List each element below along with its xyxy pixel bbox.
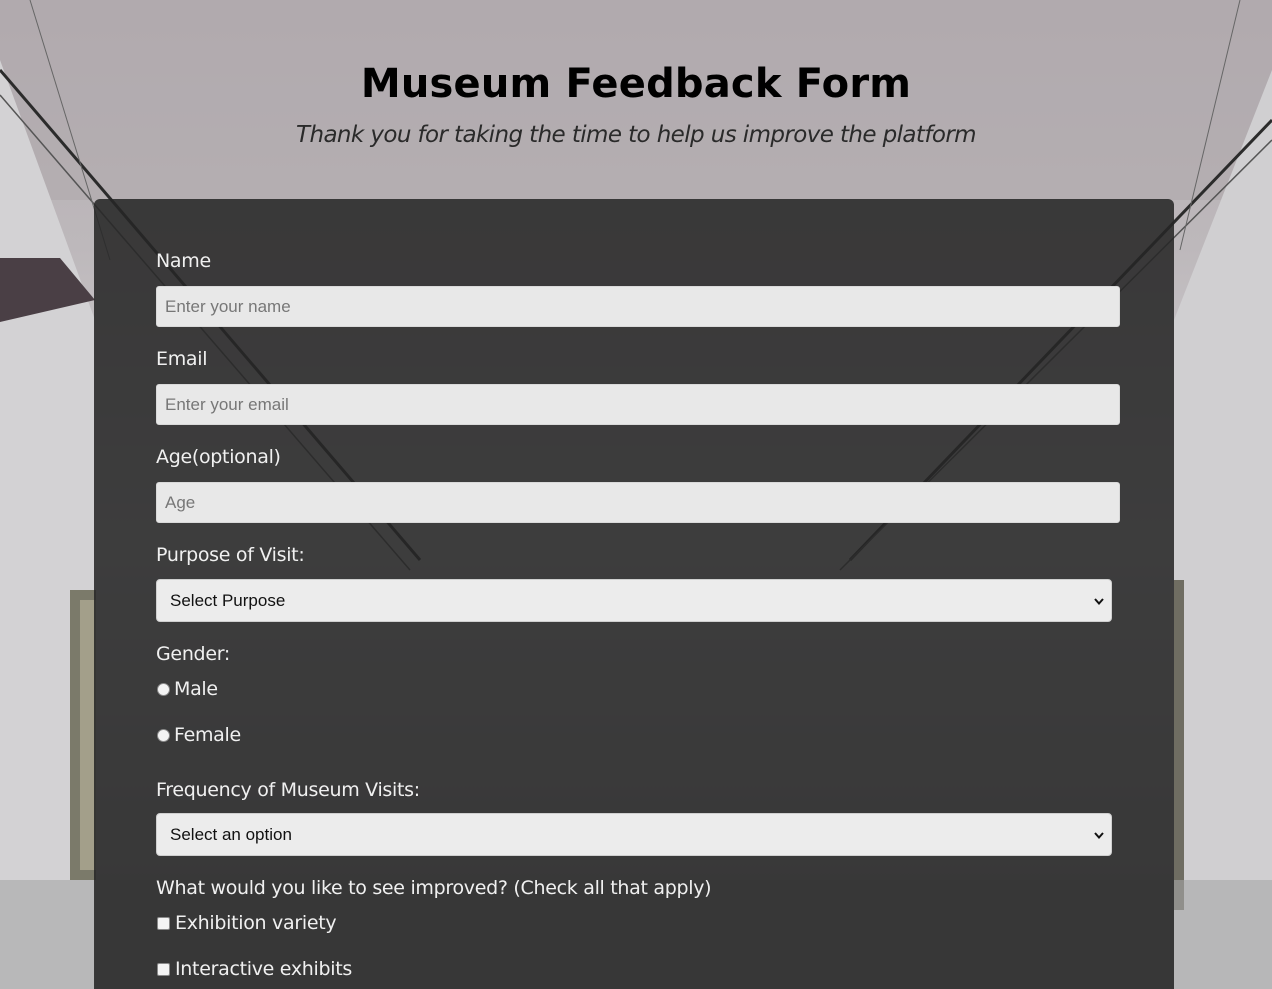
- checkbox[interactable]: [157, 962, 170, 976]
- email-label: Email: [156, 348, 208, 370]
- age-input[interactable]: [156, 482, 1120, 523]
- frequency-selected-value: Select an option: [170, 825, 292, 844]
- radio-button[interactable]: [157, 728, 170, 742]
- gender-option-label: Male: [174, 678, 218, 700]
- improvements-label: What would you like to see improved? (Ch…: [156, 877, 712, 899]
- chevron-down-icon: [1094, 832, 1104, 840]
- purpose-selected-value: Select Purpose: [170, 591, 286, 610]
- checkbox[interactable]: [157, 916, 170, 930]
- gender-option-female[interactable]: Female: [156, 722, 241, 748]
- page-header: Museum Feedback Form Thank you for takin…: [0, 58, 1272, 150]
- purpose-select[interactable]: Select Purpose: [156, 579, 1112, 622]
- purpose-label: Purpose of Visit:: [156, 544, 305, 566]
- gender-option-male[interactable]: Male: [156, 676, 218, 702]
- improvement-option-label: Interactive exhibits: [175, 958, 352, 980]
- improvement-option-interactive-exhibits[interactable]: Interactive exhibits: [156, 956, 352, 982]
- frequency-select[interactable]: Select an option: [156, 813, 1112, 856]
- gender-label: Gender:: [156, 643, 230, 665]
- name-label: Name: [156, 250, 211, 272]
- page-subtitle: Thank you for taking the time to help us…: [296, 122, 977, 148]
- name-input[interactable]: [156, 286, 1120, 327]
- gender-option-label: Female: [174, 724, 241, 746]
- email-input[interactable]: [156, 384, 1120, 425]
- radio-button[interactable]: [157, 682, 170, 696]
- improvement-option-exhibition-variety[interactable]: Exhibition variety: [156, 910, 337, 936]
- age-label: Age(optional): [156, 446, 281, 468]
- page-title: Museum Feedback Form: [360, 61, 912, 107]
- improvement-option-label: Exhibition variety: [175, 912, 337, 934]
- chevron-down-icon: [1094, 598, 1104, 606]
- frequency-label: Frequency of Museum Visits:: [156, 779, 420, 801]
- feedback-form-panel: Name Email Age(optional) Purpose of Visi…: [94, 199, 1174, 989]
